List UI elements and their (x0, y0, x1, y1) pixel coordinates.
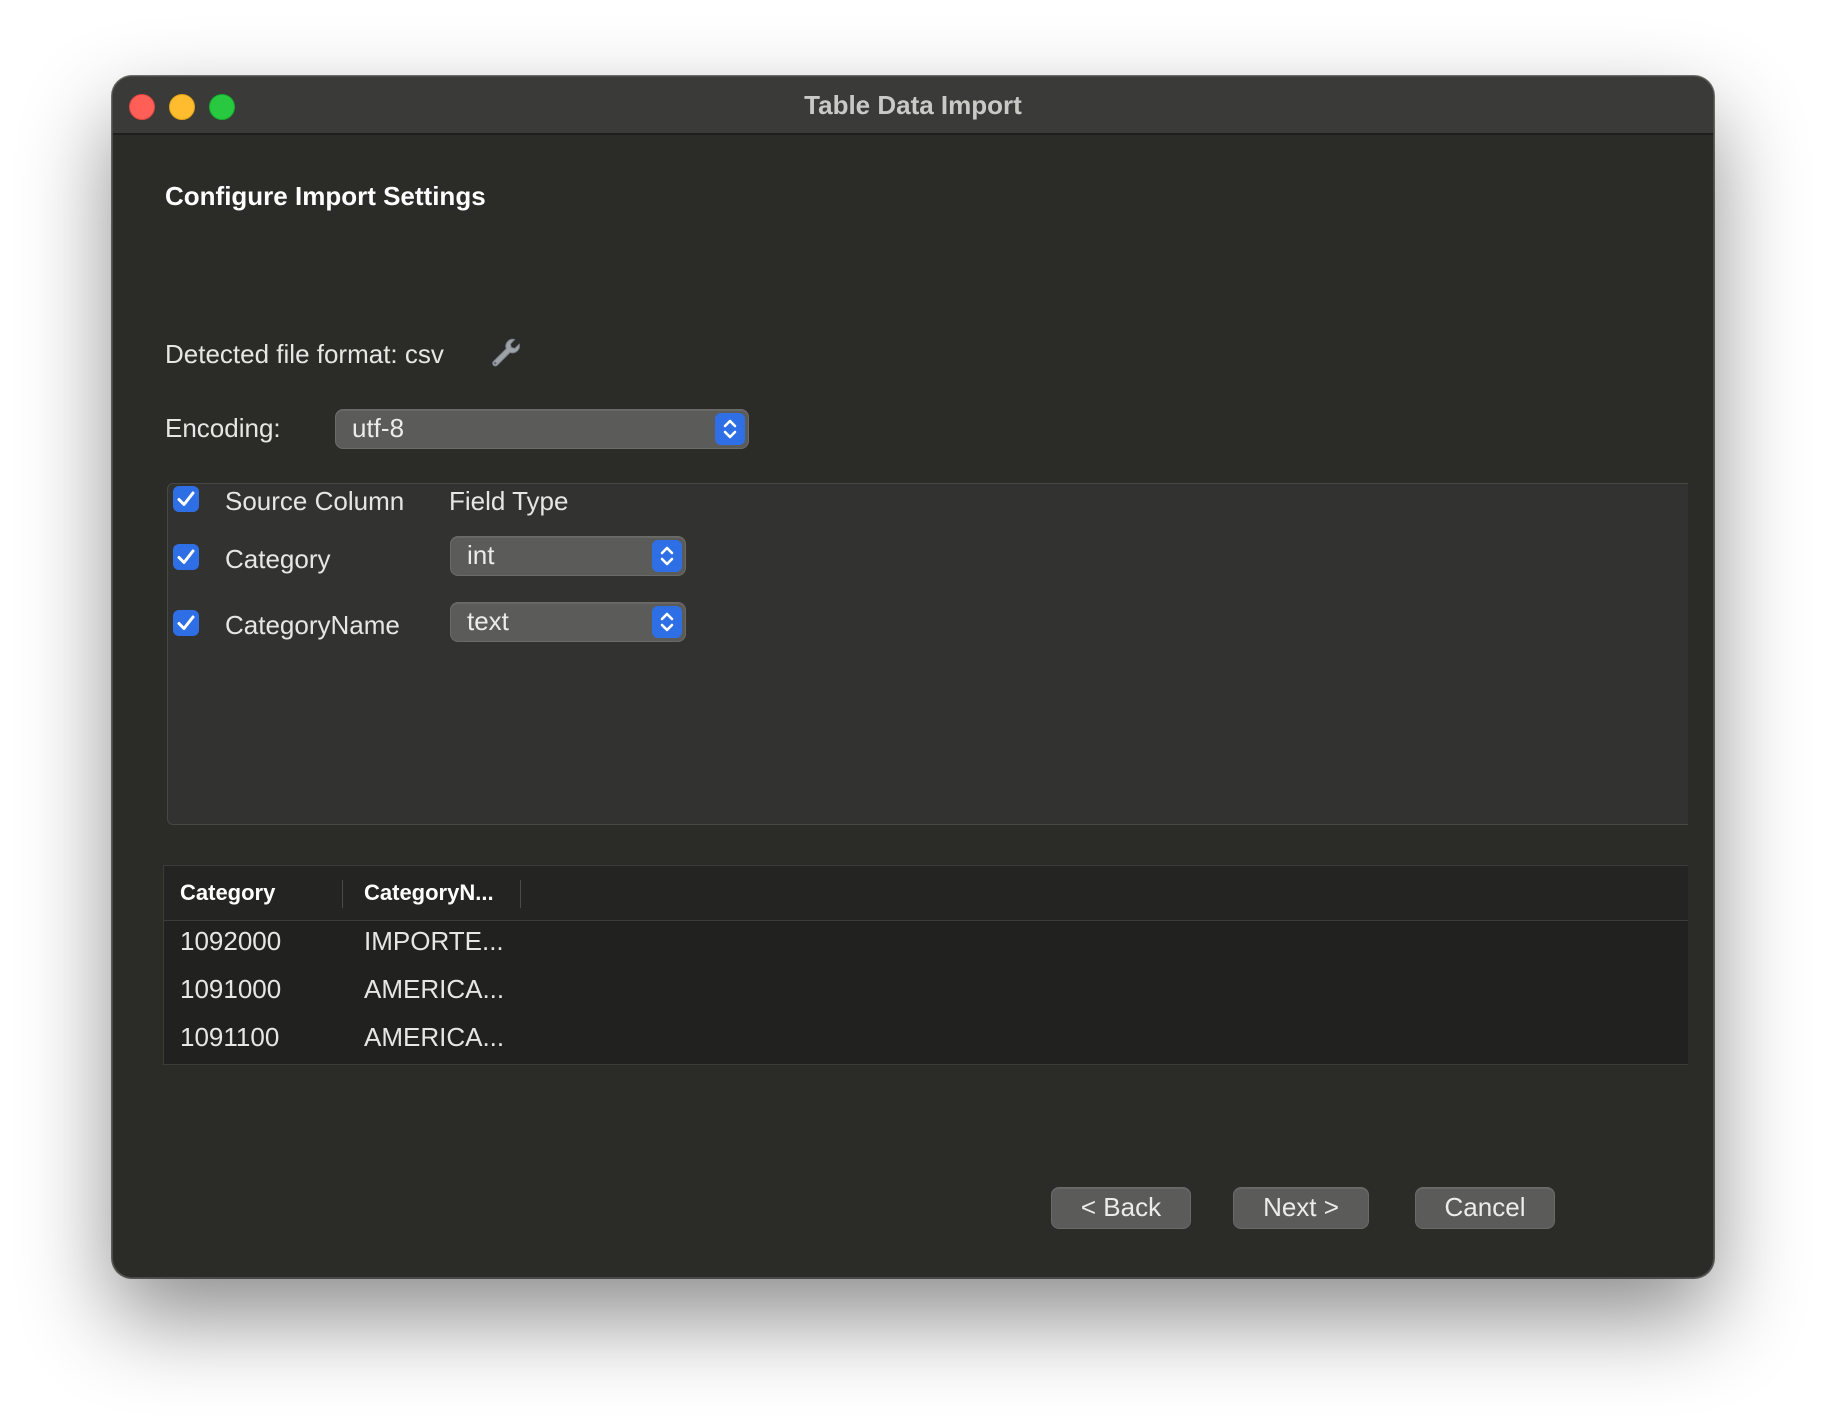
wrench-icon[interactable] (487, 335, 523, 371)
field-type-value: text (467, 606, 509, 636)
up-down-chevron-icon (652, 540, 682, 572)
window-title: Table Data Import (804, 90, 1022, 120)
detected-format-label: Detected file format: csv (165, 339, 444, 369)
select-all-columns-checkbox[interactable] (173, 486, 199, 512)
column-divider[interactable] (342, 880, 343, 908)
column-mapping-panel: Source Column Field Type Category int Ca (167, 483, 1688, 825)
next-button[interactable]: Next > (1233, 1187, 1369, 1229)
column-divider[interactable] (520, 880, 521, 908)
preview-cell: 1091100 (180, 1022, 280, 1052)
source-column-header: Source Column (225, 486, 405, 516)
source-column-name: CategoryName (225, 610, 400, 640)
field-type-value: int (467, 540, 495, 570)
preview-column-header[interactable]: Category (180, 866, 275, 920)
preview-column-header[interactable]: CategoryN... (364, 866, 494, 920)
checkmark-icon (177, 615, 195, 630)
field-type-header: Field Type (449, 486, 569, 516)
preview-cell: IMPORTE... (364, 926, 504, 956)
checkmark-icon (177, 549, 195, 564)
preview-cell: AMERICA... (364, 974, 505, 1004)
preview-cell: 1092000 (180, 926, 282, 956)
field-type-select-category[interactable]: int (450, 536, 686, 576)
data-preview-table[interactable]: Category CategoryN... 1092000 IMPORTE...… (163, 865, 1688, 1065)
back-button[interactable]: < Back (1051, 1187, 1191, 1229)
title-bar[interactable]: Table Data Import (113, 77, 1713, 135)
checkmark-icon (177, 491, 195, 506)
column-checkbox-categoryname[interactable] (173, 610, 199, 636)
up-down-chevron-icon (652, 606, 682, 638)
page-heading: Configure Import Settings (165, 181, 486, 211)
column-checkbox-category[interactable] (173, 544, 199, 570)
up-down-chevron-icon (715, 413, 745, 445)
preview-cell: 1091000 (180, 974, 282, 1004)
encoding-select-value: utf-8 (352, 413, 405, 443)
field-type-select-categoryname[interactable]: text (450, 602, 686, 642)
table-data-import-window: Table Data Import Configure Import Setti… (112, 76, 1714, 1278)
cancel-button[interactable]: Cancel (1415, 1187, 1555, 1229)
encoding-select[interactable]: utf-8 (335, 409, 749, 449)
encoding-label: Encoding: (165, 413, 281, 443)
preview-table-header: Category CategoryN... (164, 866, 1688, 921)
source-column-name: Category (225, 544, 331, 574)
preview-cell: AMERICA... (364, 1022, 505, 1052)
